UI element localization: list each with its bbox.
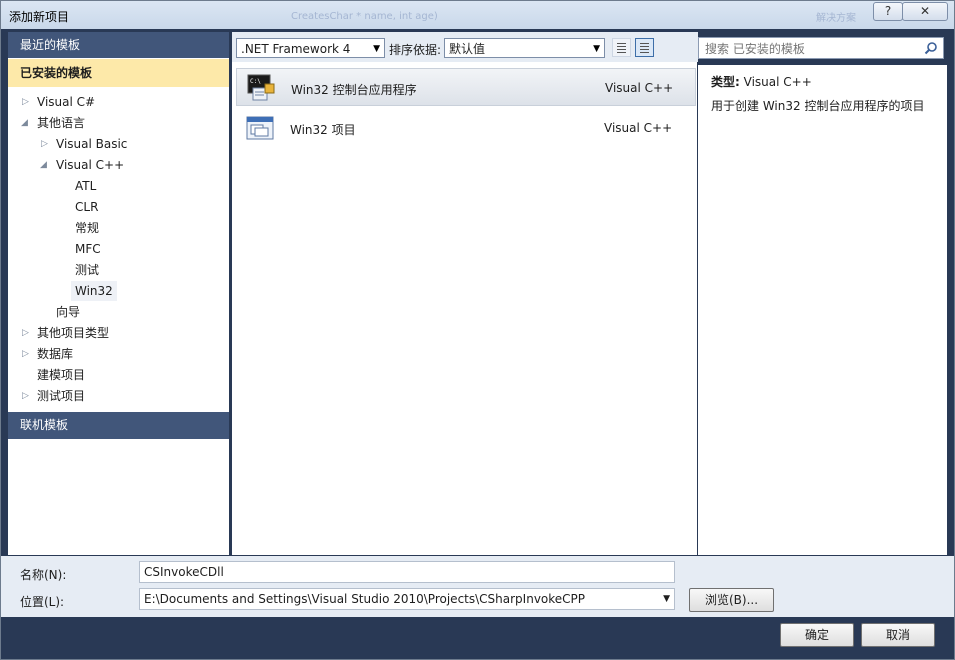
tree-item-database[interactable]: 数据库 bbox=[37, 344, 73, 364]
sort-value: 默认值 bbox=[449, 42, 486, 56]
chevron-down-icon: ▼ bbox=[373, 44, 380, 54]
background-window-text: CreatesChar * name, int age) bbox=[291, 11, 438, 22]
tree-item-other-languages[interactable]: 其他语言 bbox=[37, 113, 85, 133]
chevron-down-icon[interactable]: ▼ bbox=[663, 589, 670, 609]
tree-item-general[interactable]: 常规 bbox=[75, 218, 99, 238]
sort-dropdown[interactable]: 默认值 ▼ bbox=[444, 38, 605, 58]
tree-item-visual-csharp[interactable]: Visual C# bbox=[37, 92, 95, 112]
template-name: Win32 项目 bbox=[290, 123, 356, 137]
small-icons-view-button[interactable] bbox=[612, 38, 631, 57]
search-icon[interactable] bbox=[924, 41, 938, 55]
tree-item-modeling-projects[interactable]: 建模项目 bbox=[37, 365, 85, 385]
template-win32-console-app[interactable]: C:\ Win32 控制台应用程序 Visual C++ bbox=[236, 68, 696, 106]
expand-icon[interactable]: ▷ bbox=[22, 344, 29, 364]
close-button[interactable]: ✕ bbox=[902, 2, 948, 21]
framework-value: .NET Framework 4 bbox=[241, 42, 351, 56]
sort-by-label: 排序依据: bbox=[389, 43, 442, 57]
location-value: E:\Documents and Settings\Visual Studio … bbox=[144, 592, 586, 606]
chevron-down-icon: ▼ bbox=[593, 44, 600, 54]
tree-item-test-projects[interactable]: 测试项目 bbox=[37, 386, 85, 406]
location-label: 位置(L): bbox=[20, 595, 65, 609]
title-bar: 添加新项目 CreatesChar * name, int age) 解决方案 … bbox=[1, 1, 954, 29]
expand-icon[interactable]: ▷ bbox=[22, 386, 29, 406]
browse-button[interactable]: 浏览(B)... bbox=[689, 588, 774, 612]
cancel-button[interactable]: 取消 bbox=[861, 623, 935, 647]
collapse-icon[interactable]: ◢ bbox=[40, 155, 47, 175]
background-window-text-2: 解决方案 bbox=[816, 13, 856, 24]
tree-item-atl[interactable]: ATL bbox=[75, 176, 96, 196]
close-icon: ✕ bbox=[919, 4, 931, 18]
template-description: 用于创建 Win32 控制台应用程序的项目 bbox=[711, 99, 925, 113]
svg-text:C:\: C:\ bbox=[250, 78, 261, 85]
console-app-icon: C:\ bbox=[247, 74, 275, 101]
template-language: Visual C++ bbox=[605, 81, 674, 95]
template-type: 类型: Visual C++ bbox=[711, 73, 812, 90]
tree-item-win32[interactable]: Win32 bbox=[71, 281, 117, 301]
expand-icon[interactable]: ▷ bbox=[22, 323, 29, 343]
template-info-panel: 类型: Visual C++ 用于创建 Win32 控制台应用程序的项目 bbox=[698, 65, 947, 555]
project-form: 名称(N): CSInvokeCDll 位置(L): E:\Documents … bbox=[8, 556, 947, 617]
tree-item-visual-basic[interactable]: Visual Basic bbox=[56, 134, 127, 154]
tree-item-mfc[interactable]: MFC bbox=[75, 239, 101, 259]
help-icon: ? bbox=[884, 4, 892, 18]
type-label: 类型: bbox=[711, 75, 740, 89]
name-label: 名称(N): bbox=[20, 568, 67, 582]
tree-item-other-project-types[interactable]: 其他项目类型 bbox=[37, 323, 109, 343]
template-language: Visual C++ bbox=[604, 121, 673, 135]
search-box[interactable] bbox=[698, 37, 944, 59]
name-field[interactable]: CSInvokeCDll bbox=[139, 561, 675, 583]
recent-templates-header[interactable]: 最近的模板 bbox=[8, 32, 229, 58]
search-input[interactable] bbox=[703, 39, 921, 59]
dialog-title: 添加新项目 bbox=[9, 10, 70, 24]
tree-item-clr[interactable]: CLR bbox=[75, 197, 98, 217]
help-button[interactable]: ? bbox=[873, 2, 903, 21]
location-combobox[interactable]: E:\Documents and Settings\Visual Studio … bbox=[139, 588, 675, 610]
tree-item-visual-cpp[interactable]: Visual C++ bbox=[56, 155, 124, 175]
tree-item-wizard[interactable]: 向导 bbox=[56, 302, 80, 322]
online-templates-header[interactable]: 联机模板 bbox=[8, 412, 229, 439]
ok-button[interactable]: 确定 bbox=[780, 623, 854, 647]
window-app-icon bbox=[246, 116, 274, 140]
template-list: C:\ Win32 控制台应用程序 Visual C++ Win32 项目 Vi… bbox=[232, 62, 697, 555]
framework-dropdown[interactable]: .NET Framework 4 ▼ bbox=[236, 38, 385, 58]
medium-icons-view-button[interactable] bbox=[635, 38, 654, 57]
template-categories-panel: 最近的模板 已安装的模板 ▷ Visual C# ◢ 其他语言 ▷ Visual… bbox=[8, 32, 229, 555]
expand-icon[interactable]: ▷ bbox=[22, 92, 29, 112]
template-toolbar: .NET Framework 4 ▼ 排序依据: 默认值 ▼ bbox=[232, 32, 698, 62]
expand-icon[interactable]: ▷ bbox=[41, 134, 48, 154]
template-name: Win32 控制台应用程序 bbox=[291, 83, 417, 97]
tree-item-test[interactable]: 测试 bbox=[75, 260, 99, 280]
type-value: Visual C++ bbox=[743, 75, 812, 89]
add-new-project-dialog: 添加新项目 CreatesChar * name, int age) 解决方案 … bbox=[0, 0, 955, 660]
installed-templates-header[interactable]: 已安装的模板 bbox=[8, 59, 229, 87]
template-win32-project[interactable]: Win32 项目 Visual C++ bbox=[236, 109, 696, 147]
collapse-icon[interactable]: ◢ bbox=[21, 113, 28, 133]
